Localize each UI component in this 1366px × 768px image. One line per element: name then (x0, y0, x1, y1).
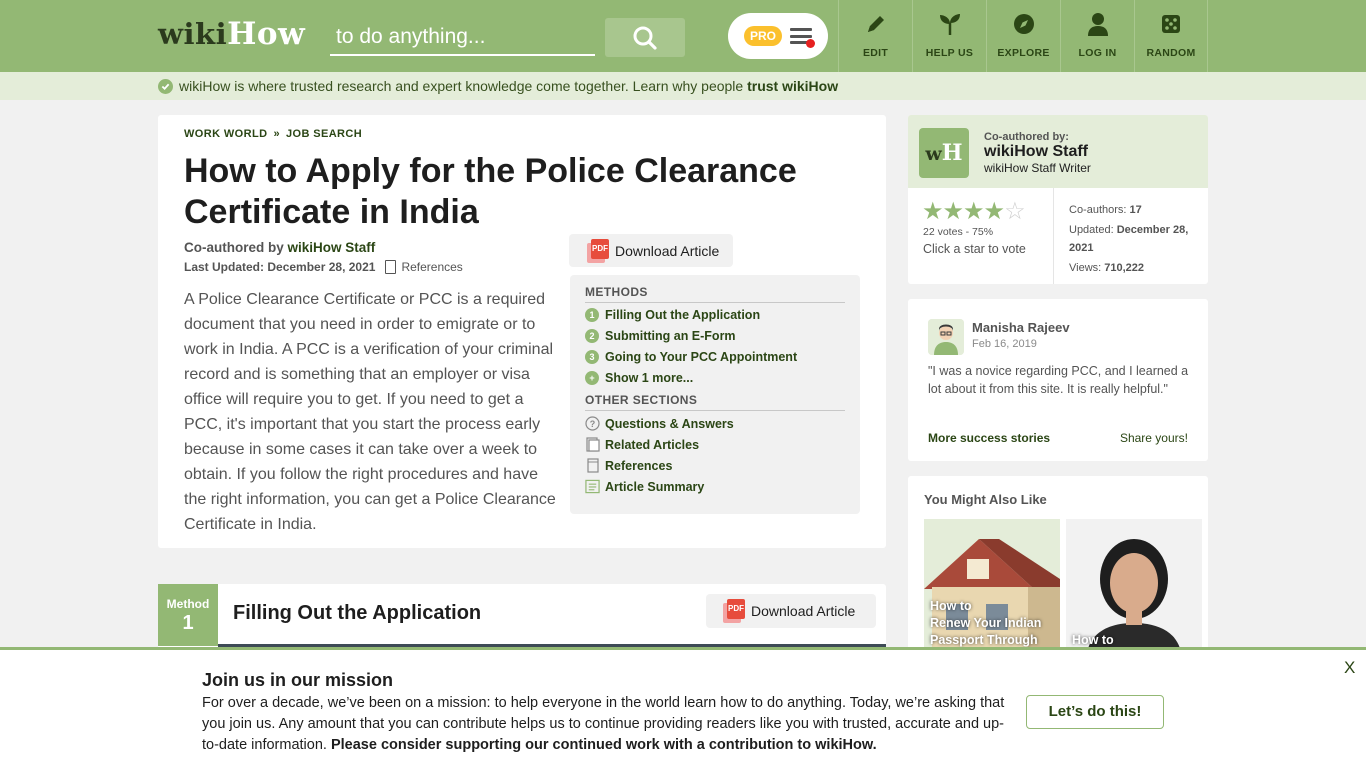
updated-stat: Updated: December 28, 2021 (1069, 224, 1189, 254)
download-article-button[interactable]: PDF Download Article (569, 234, 733, 267)
related-article-thumb[interactable]: How to (1066, 519, 1202, 659)
notification-dot (806, 39, 815, 48)
mission-banner: Join us in our mission For over a decade… (0, 647, 1366, 768)
reader-review-card: Manisha Rajeev Feb 16, 2019 "I was a nov… (908, 299, 1208, 461)
pro-badge: PRO (744, 26, 782, 46)
related-article-thumb[interactable]: How to Renew Your Indian Passport Throug… (924, 519, 1060, 659)
toc-references[interactable]: References (585, 458, 672, 473)
toc-other-heading: OTHER SECTIONS (585, 393, 845, 411)
review-date: Feb 16, 2019 (972, 338, 1037, 350)
check-circle-icon (158, 78, 173, 94)
pdf-icon: PDF (723, 599, 745, 623)
search-button[interactable] (605, 18, 685, 57)
contribute-button[interactable]: Let’s do this! (1026, 695, 1164, 729)
also-like-heading: You Might Also Like (924, 492, 1047, 507)
method-download-button[interactable]: PDF Download Article (706, 594, 876, 628)
review-text: "I was a novice regarding PCC, and I lea… (928, 364, 1189, 396)
wikihow-staff-logo: wH (919, 128, 969, 178)
compass-icon (1013, 14, 1034, 34)
document-icon (385, 260, 397, 274)
author-role: wikiHow Staff Writer (984, 161, 1091, 175)
breadcrumb-work-world[interactable]: WORK WORLD (184, 128, 267, 140)
share-yours-link[interactable]: Share yours! (1120, 431, 1188, 445)
you-might-also-like-card: You Might Also Like How to Renew Your In… (908, 476, 1208, 676)
star-icon[interactable]: ★ (922, 200, 944, 224)
logo-wiki-text: wiki (158, 17, 228, 51)
star-empty-icon[interactable]: ☆ (1004, 200, 1026, 224)
close-banner-button[interactable]: X (1344, 658, 1355, 678)
coauthored-by-label: Co-authored by: (984, 131, 1069, 143)
trust-text: wikiHow is where trusted research and ex… (179, 78, 748, 94)
reviewer-name: Manisha Rajeev (972, 320, 1070, 335)
site-header: wikiHow PRO EDIT HELP US EXPLORE LOG IN … (0, 0, 1366, 72)
summary-icon (585, 479, 600, 494)
svg-text:?: ? (590, 419, 596, 429)
toc-article-summary[interactable]: Article Summary (585, 479, 704, 494)
click-star-hint: Click a star to vote (923, 242, 1026, 256)
nav-help-us[interactable]: HELP US (912, 0, 986, 72)
document-icon (585, 458, 600, 473)
banner-text: For over a decade, we’ve been on a missi… (202, 695, 1005, 753)
star-icon[interactable]: ★ (943, 200, 965, 224)
nav-explore[interactable]: EXPLORE (986, 0, 1060, 72)
logo-how-text: How (227, 16, 306, 52)
method-title: Filling Out the Application (233, 602, 482, 624)
related-icon (585, 437, 600, 452)
views-stat: Views: 710,222 (1069, 262, 1145, 274)
star-rating[interactable]: ★ ★ ★ ★ ☆ (922, 200, 1026, 224)
toc-methods-heading: METHODS (585, 285, 845, 303)
page-title: How to Apply for the Police Clearance Ce… (184, 152, 797, 231)
banner-title: Join us in our mission (202, 670, 394, 690)
wikihow-logo[interactable]: wikiHow (158, 16, 305, 52)
method-tab: Method 1 (158, 584, 218, 646)
user-icon (1087, 13, 1108, 36)
toc-method-2[interactable]: 2 Submitting an E-Form (585, 329, 736, 343)
more-success-stories-link[interactable]: More success stories (928, 431, 1050, 445)
coauthors-stat: Co-authors: 17 (1069, 204, 1142, 216)
sprout-icon (939, 14, 960, 35)
method-1-card: Method 1 Filling Out the Application PDF… (158, 584, 886, 654)
toc-method-3[interactable]: 3 Going to Your PCC Appointment (585, 350, 797, 364)
author-name[interactable]: wikiHow Staff (984, 143, 1088, 161)
divider (1053, 188, 1054, 284)
avatar (928, 319, 964, 355)
trust-bar: wikiHow is where trusted research and ex… (0, 72, 1366, 100)
nav-log-in[interactable]: LOG IN (1060, 0, 1134, 72)
author-card: wH Co-authored by: wikiHow Staff wikiHow… (908, 115, 1208, 284)
pencil-icon (867, 16, 884, 32)
star-icon[interactable]: ★ (963, 200, 985, 224)
pro-menu-button[interactable]: PRO (728, 13, 828, 59)
vote-count: 22 votes - 75% (923, 226, 994, 238)
star-icon[interactable]: ★ (984, 200, 1006, 224)
table-of-contents: METHODS 1 Filling Out the Application 2 Su… (570, 275, 860, 514)
breadcrumb: WORK WORLD» JOB SEARCH (184, 128, 363, 140)
coauthor-line: Co-authored by wikiHow Staff (184, 240, 376, 255)
pdf-icon: PDF (587, 238, 609, 263)
trust-link[interactable]: trust wikiHow (747, 78, 838, 94)
article-intro: A Police Clearance Certificate or PCC is… (184, 291, 556, 533)
references-link[interactable]: References (385, 260, 463, 274)
header-nav: EDIT HELP US EXPLORE LOG IN RANDOM (838, 0, 1208, 72)
toc-show-more[interactable]: + Show 1 more... (585, 371, 693, 385)
dice-icon (1162, 15, 1180, 33)
nav-random[interactable]: RANDOM (1134, 0, 1208, 72)
search-input[interactable] (330, 20, 595, 56)
question-icon: ? (585, 416, 600, 431)
search-icon (633, 26, 657, 50)
toc-questions-answers[interactable]: ? Questions & Answers (585, 416, 734, 431)
article-intro-card: WORK WORLD» JOB SEARCH How to Apply for t… (158, 115, 886, 548)
toc-related-articles[interactable]: Related Articles (585, 437, 699, 452)
nav-edit[interactable]: EDIT (838, 0, 912, 72)
coauthor-link[interactable]: wikiHow Staff (288, 240, 376, 255)
last-updated-line: Last Updated: December 28, 2021 Referenc… (184, 260, 463, 274)
breadcrumb-job-search[interactable]: JOB SEARCH (286, 128, 362, 140)
toc-method-1[interactable]: 1 Filling Out the Application (585, 308, 760, 322)
